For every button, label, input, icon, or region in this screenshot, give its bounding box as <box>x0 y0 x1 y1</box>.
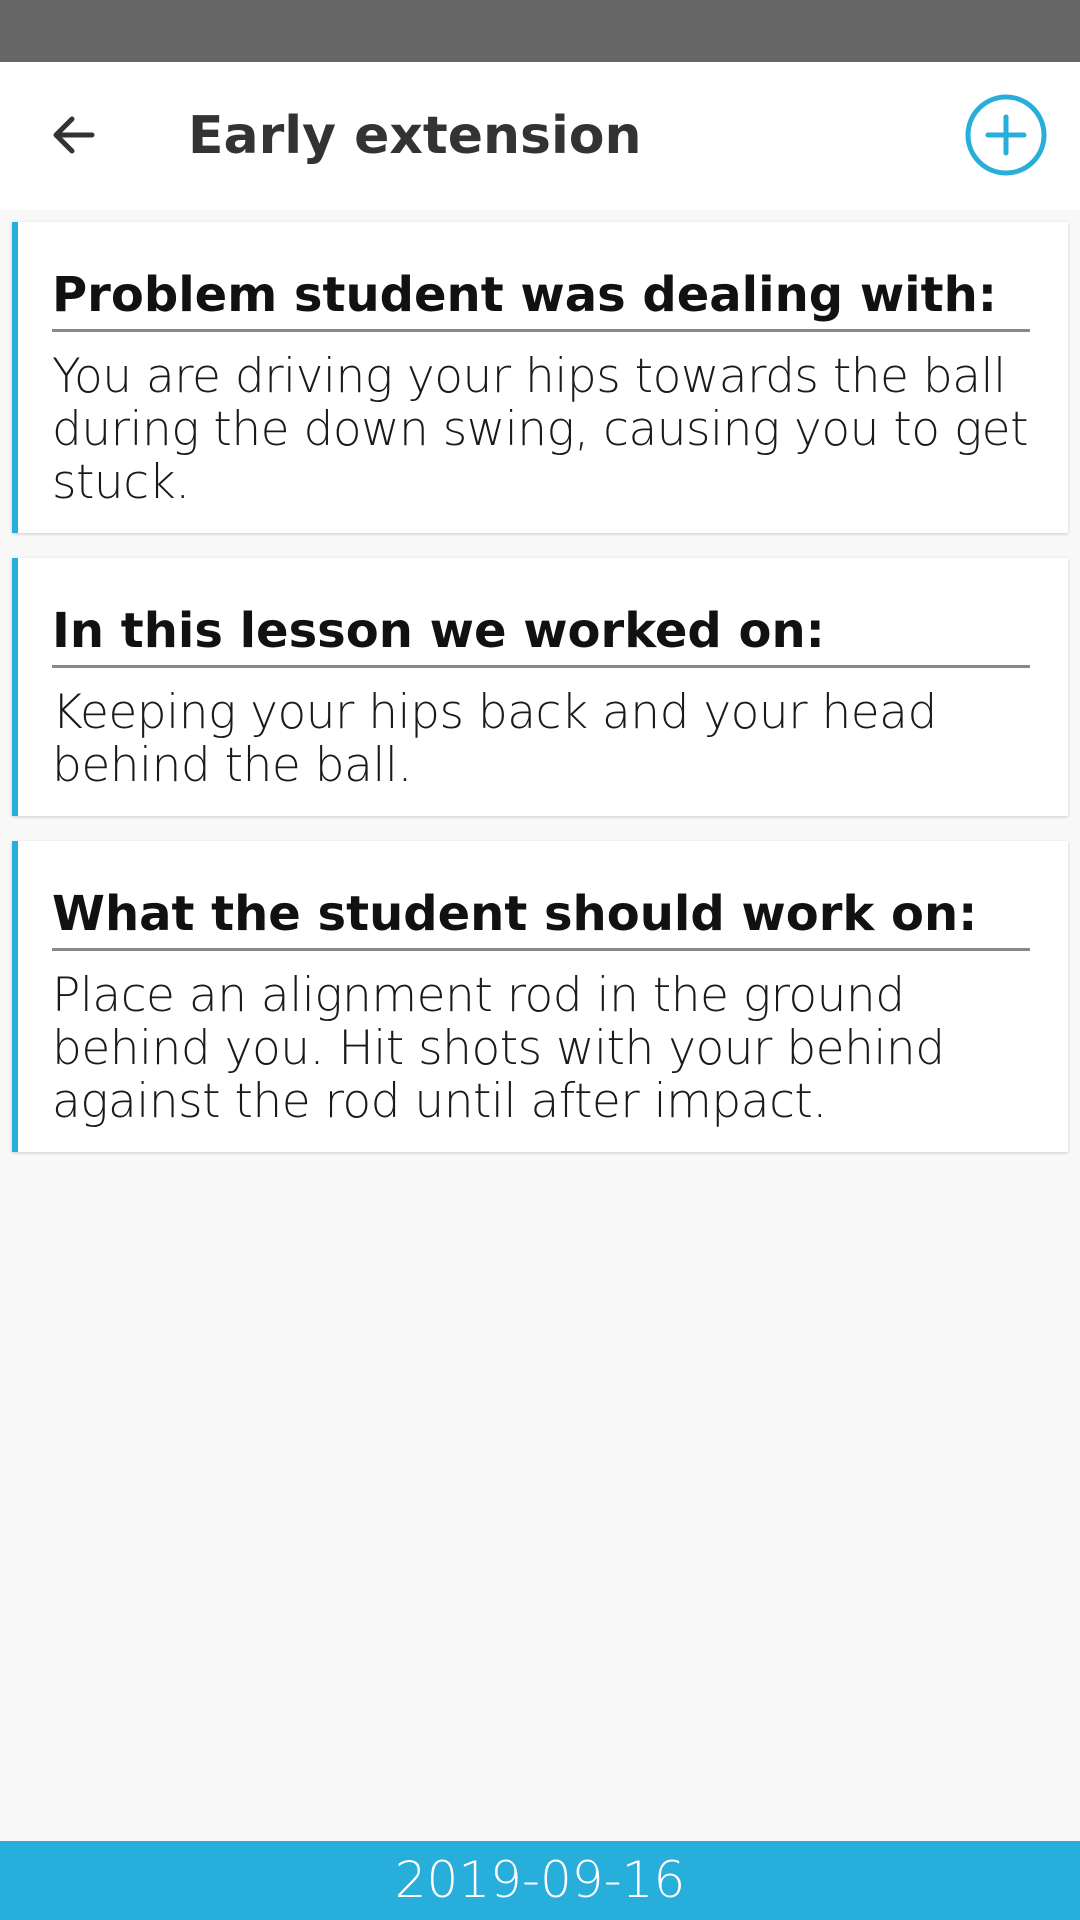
section-heading: What the student should work on: <box>52 884 1030 951</box>
section-card-worked-on: In this lesson we worked on: Keeping you… <box>12 558 1068 816</box>
arrow-left-icon <box>53 116 95 154</box>
section-body: Keeping your hips back and your head beh… <box>52 685 937 793</box>
app-bar: Early extension <box>0 62 1080 210</box>
plus-circle-icon <box>965 94 1047 176</box>
add-button[interactable] <box>964 93 1048 177</box>
back-button[interactable] <box>30 92 116 178</box>
section-heading: In this lesson we worked on: <box>52 601 1030 668</box>
section-heading: Problem student was dealing with: <box>52 265 1030 332</box>
section-body: You are driving your hips towards the ba… <box>52 349 1029 510</box>
section-body: Place an alignment rod in the ground beh… <box>52 968 945 1129</box>
status-bar <box>0 0 1080 62</box>
page-title: Early extension <box>188 106 642 166</box>
section-card-homework: What the student should work on: Place a… <box>12 841 1068 1152</box>
lesson-sections: Problem student was dealing with: You ar… <box>12 222 1068 1177</box>
lesson-date: 2019-09-16 <box>394 1851 686 1909</box>
section-card-problem: Problem student was dealing with: You ar… <box>12 222 1068 533</box>
date-footer: 2019-09-16 <box>0 1841 1080 1920</box>
